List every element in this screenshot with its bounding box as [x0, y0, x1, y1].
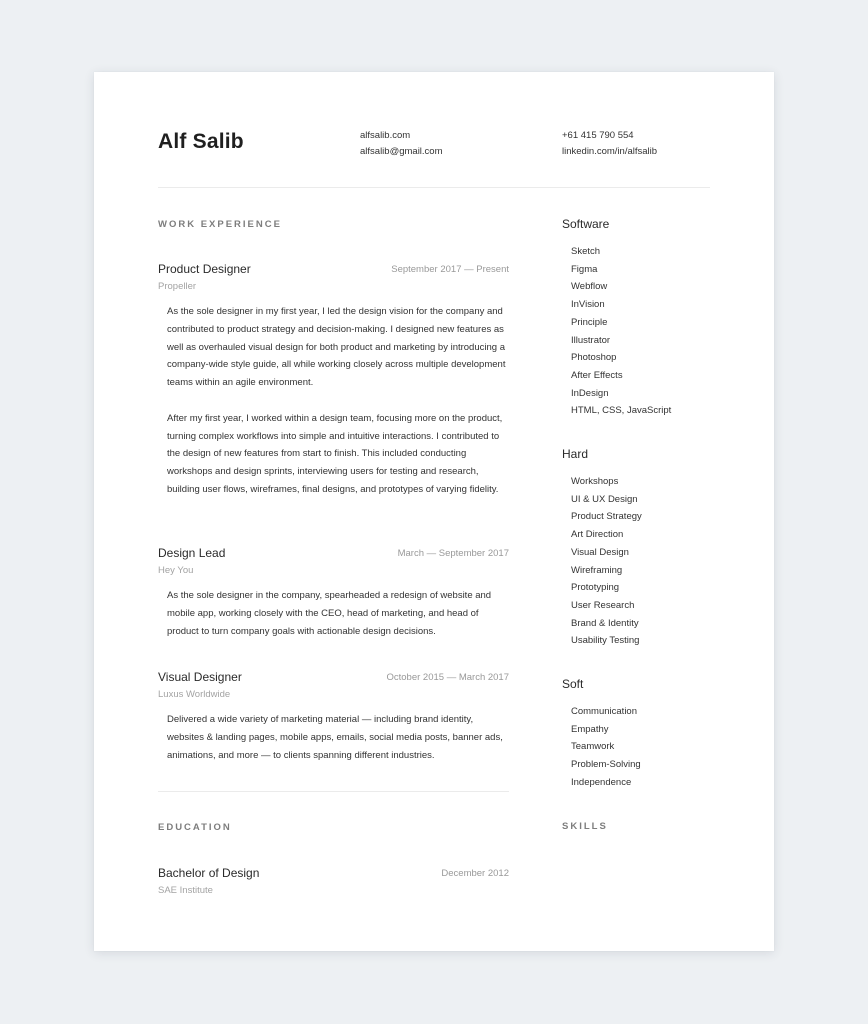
job-title: Design Lead: [158, 546, 226, 560]
email-link[interactable]: alfsalib@gmail.com: [360, 144, 443, 160]
section-heading-work-experience: WORK EXPERIENCE: [158, 219, 282, 230]
job-dates: October 2015 — March 2017: [386, 672, 509, 683]
job-paragraph: After my first year, I worked within a d…: [167, 412, 503, 495]
job-description: Delivered a wide variety of marketing ma…: [167, 711, 512, 764]
job-dates: September 2017 — Present: [391, 264, 509, 275]
skill-item: Visual Design: [571, 546, 629, 558]
skill-group-title: Software: [562, 217, 610, 231]
skill-item: Product Strategy: [571, 511, 642, 523]
skill-group-hard: Hard Workshops UI & UX Design Product Stra…: [562, 447, 642, 650]
skill-list: Communication Empathy Teamwork Problem-Solv…: [562, 703, 641, 792]
section-heading-education: EDUCATION: [158, 822, 232, 833]
skill-item: Art Direction: [571, 529, 624, 541]
skill-item: After Effects: [571, 369, 623, 381]
skill-item: Photoshop: [571, 352, 617, 364]
section-heading-skills: SKILLS: [562, 821, 608, 832]
website-link[interactable]: alfsalib.com: [360, 128, 443, 144]
skill-item: Sketch: [571, 246, 601, 257]
skill-item: Independence: [571, 776, 632, 788]
job-description: As the sole designer in my first year, I…: [167, 303, 512, 499]
job-paragraph: As the sole designer in my first year, I…: [167, 306, 506, 389]
skill-item: Usability Testing: [571, 635, 640, 647]
graduation-date: December 2012: [441, 868, 509, 879]
linkedin-link[interactable]: linkedin.com/in/alfsalib: [562, 144, 657, 160]
job-title: Product Designer: [158, 262, 251, 276]
job-company: Luxus Worldwide: [158, 689, 231, 700]
skill-list: Sketch Figma Webflow InVision Principle Illus…: [562, 243, 671, 420]
skill-item: Illustrator: [571, 334, 611, 346]
skill-item: Communication: [571, 706, 637, 717]
work-divider: [158, 791, 509, 792]
skill-list: Workshops UI & UX Design Product Strategy A…: [562, 473, 642, 650]
skill-item: Prototyping: [571, 582, 620, 594]
skill-item: Problem-Solving: [571, 759, 641, 771]
job-paragraph: As the sole designer in the company, spe…: [167, 590, 492, 637]
header-divider: [158, 187, 710, 188]
job-company: Hey You: [158, 565, 194, 576]
skill-item: Workshops: [571, 476, 619, 487]
skill-item: Empathy: [571, 723, 609, 735]
job-title: Visual Designer: [158, 670, 242, 684]
job-company: Propeller: [158, 281, 197, 292]
contact-column-web: alfsalib.com alfsalib@gmail.com: [360, 128, 443, 160]
skill-group-software: Software Sketch Figma Webflow InVision Princ…: [562, 217, 671, 420]
skill-item: InDesign: [571, 387, 609, 399]
resume-name: Alf Salib: [158, 130, 244, 153]
degree-title: Bachelor of Design: [158, 866, 260, 880]
skill-item: HTML, CSS, JavaScript: [571, 405, 672, 417]
job-dates: March — September 2017: [397, 548, 509, 559]
contact-column-social: +61 415 790 554 linkedin.com/in/alfsalib: [562, 128, 657, 160]
skill-item: InVision: [571, 299, 605, 311]
skill-item: UI & UX Design: [571, 493, 638, 505]
job-description: As the sole designer in the company, spe…: [167, 587, 512, 640]
skill-item: User Research: [571, 599, 635, 611]
job-paragraph: Delivered a wide variety of marketing ma…: [167, 714, 503, 761]
institution-name: SAE Institute: [158, 885, 213, 896]
skill-item: Brand & Identity: [571, 617, 639, 629]
skill-item: Webflow: [571, 281, 608, 293]
skill-item: Wireframing: [571, 564, 623, 576]
skill-item: Figma: [571, 263, 598, 275]
resume-page: Alf Salib alfsalib.com alfsalib@gmail.co…: [94, 72, 774, 951]
skill-group-title: Hard: [562, 447, 589, 461]
skill-group-soft: Soft Communication Empathy Teamwork Problem…: [562, 677, 641, 792]
skill-item: Principle: [571, 316, 608, 328]
phone-link[interactable]: +61 415 790 554: [562, 128, 657, 144]
skill-item: Teamwork: [571, 741, 615, 753]
skill-group-title: Soft: [562, 677, 584, 691]
